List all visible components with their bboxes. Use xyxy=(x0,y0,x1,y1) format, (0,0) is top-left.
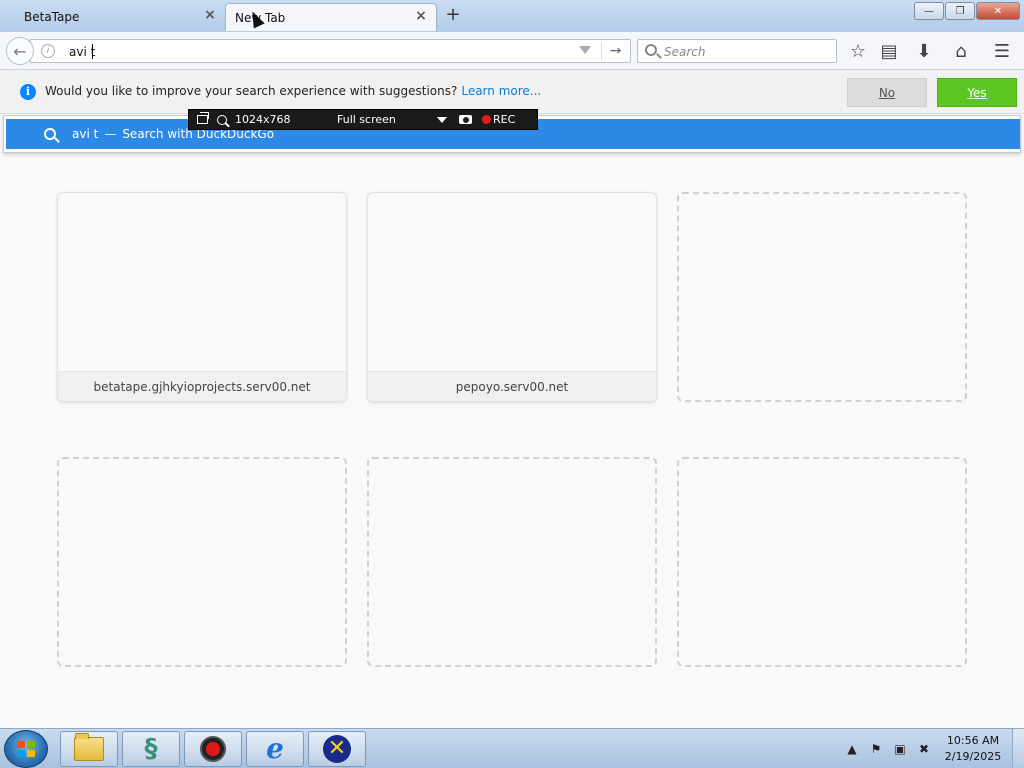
close-window-button[interactable]: ✕ xyxy=(976,2,1020,20)
no-button[interactable]: No xyxy=(847,78,927,107)
taskbar-x-app[interactable]: ✕ xyxy=(308,731,366,767)
tile-label: betatape.gjhkyioprojects.serv00.net xyxy=(58,371,346,401)
x-app-icon: ✕ xyxy=(323,735,351,763)
record-dot-icon xyxy=(482,115,491,124)
tile-thumbnail xyxy=(58,193,346,371)
empty-tile xyxy=(367,457,657,667)
zoom-icon[interactable] xyxy=(217,114,227,125)
site-info-icon[interactable]: i xyxy=(41,44,55,58)
chevron-down-icon[interactable] xyxy=(437,116,447,123)
tile-thumbnail xyxy=(368,193,656,371)
window-controls: — ❐ ✕ xyxy=(913,2,1020,20)
recorder-mode[interactable]: Full screen xyxy=(337,113,437,126)
taskbar-file-explorer[interactable] xyxy=(60,731,118,767)
clock-time: 10:56 AM xyxy=(946,734,1000,747)
empty-tile xyxy=(677,192,967,402)
taskbar-internet-explorer[interactable]: e xyxy=(246,731,304,767)
separator: — xyxy=(104,127,117,141)
recorder-resolution: 1024x768 xyxy=(235,113,291,126)
screen-recorder-bar: 1024x768 Full screen REC xyxy=(188,109,538,130)
empty-tile xyxy=(677,457,967,667)
dragon-icon: § xyxy=(144,734,158,764)
tab-strip: BetaTape × New Tab × + — ❐ ✕ xyxy=(0,0,1024,32)
search-input[interactable] xyxy=(664,43,832,61)
search-suggestions-notification: i Would you like to improve your search … xyxy=(0,70,1024,114)
empty-tile xyxy=(57,457,347,667)
text-caret xyxy=(92,44,93,59)
tab-label: BetaTape xyxy=(24,10,80,24)
new-tab-button[interactable]: + xyxy=(444,5,462,25)
taskbar-recorder-app[interactable] xyxy=(184,731,242,767)
windows-logo-icon xyxy=(17,741,35,757)
home-icon[interactable]: ⌂ xyxy=(950,40,972,62)
top-site-tile[interactable]: pepoyo.serv00.net xyxy=(367,192,657,402)
minimize-button[interactable]: — xyxy=(914,2,944,20)
menu-icon[interactable]: ☰ xyxy=(991,40,1013,62)
internet-explorer-icon: e xyxy=(266,732,284,765)
learn-more-link[interactable]: Learn more... xyxy=(461,84,541,98)
show-hidden-icons-icon[interactable]: ▲ xyxy=(842,739,862,759)
download-icon[interactable]: ⬇ xyxy=(913,40,935,62)
system-tray: ▲ ⚑ ▣ ✖ xyxy=(842,729,938,768)
network-icon[interactable]: ▣ xyxy=(890,739,910,759)
url-bar[interactable]: i → xyxy=(30,39,631,63)
go-button[interactable]: → xyxy=(601,42,629,60)
action-center-flag-icon[interactable]: ⚑ xyxy=(866,739,886,759)
info-icon: i xyxy=(20,84,36,100)
notification-text: Would you like to improve your search ex… xyxy=(45,84,458,98)
taskbar-dragon-app[interactable]: § xyxy=(122,731,180,767)
reading-list-icon[interactable]: ▤ xyxy=(878,40,900,62)
tab-betatape[interactable]: BetaTape × xyxy=(0,3,225,31)
history-dropdown-icon[interactable] xyxy=(579,46,591,54)
url-input[interactable] xyxy=(69,43,569,61)
taskbar: § e ✕ ▲ ⚑ ▣ ✖ 10:56 AM 2/19/2025 xyxy=(0,728,1024,768)
rec-button[interactable]: REC xyxy=(493,113,515,126)
back-arrow-icon: ← xyxy=(13,41,27,61)
restore-window-icon[interactable] xyxy=(197,112,209,124)
yes-button[interactable]: Yes xyxy=(937,78,1017,107)
top-site-tile[interactable]: betatape.gjhkyioprojects.serv00.net xyxy=(57,192,347,402)
star-icon[interactable]: ☆ xyxy=(847,40,869,62)
tab-close-icon[interactable]: × xyxy=(203,8,217,22)
search-icon xyxy=(645,44,657,56)
tile-label: pepoyo.serv00.net xyxy=(368,371,656,401)
record-icon xyxy=(200,736,226,762)
show-desktop-button[interactable] xyxy=(1012,729,1024,768)
notification-message: Would you like to improve your search ex… xyxy=(45,84,541,98)
volume-muted-icon[interactable]: ✖ xyxy=(914,739,934,759)
camera-icon[interactable] xyxy=(459,115,472,124)
clock-date: 2/19/2025 xyxy=(944,750,1002,763)
start-button[interactable] xyxy=(4,730,48,768)
tab-close-icon[interactable]: × xyxy=(414,9,428,23)
nav-toolbar: i → ← ☆ ▤ ⬇ ⌂ ☰ xyxy=(0,32,1024,70)
restore-button[interactable]: ❐ xyxy=(945,2,975,20)
system-clock[interactable]: 10:56 AM 2/19/2025 xyxy=(940,733,1006,765)
search-term: avi t xyxy=(72,127,99,141)
back-button[interactable]: ← xyxy=(6,37,34,65)
search-icon xyxy=(44,128,56,140)
file-explorer-icon xyxy=(74,733,104,761)
search-bar[interactable] xyxy=(637,39,837,63)
